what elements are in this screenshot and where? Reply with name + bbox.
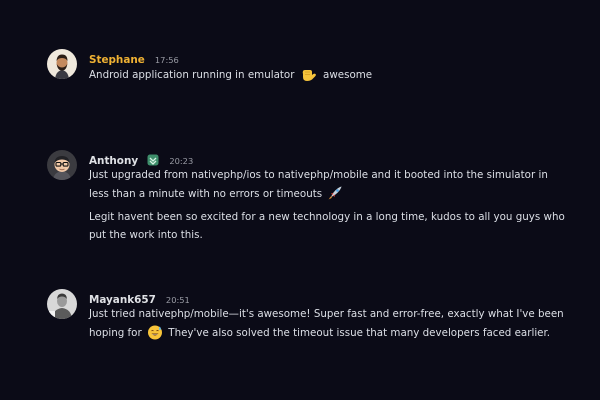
rocket-emoji-icon (327, 185, 343, 208)
message-text: Just tried nativephp/mobile—it's awesome… (89, 306, 567, 346)
message-text: Just upgraded from nativephp/ios to nati… (89, 167, 567, 244)
username[interactable]: Anthony (89, 155, 138, 167)
message-text-segment: They've also solved the timeout issue th… (168, 326, 551, 339)
message-paragraph: Legit havent been so excited for a new t… (89, 209, 567, 244)
bearded-man-avatar-icon[interactable] (47, 49, 77, 79)
message-paragraph: Android application running in emulator … (89, 66, 567, 89)
message-text: Android application running in emulator … (89, 66, 567, 89)
glasses-avatar-icon[interactable] (47, 150, 77, 180)
chat-message-list: Stephane 17:56 Android application runni… (0, 0, 600, 400)
timestamp: 20:51 (165, 295, 190, 305)
call-me-hand-emoji-icon (300, 66, 318, 89)
timestamp: 20:23 (169, 156, 194, 166)
username[interactable]: Mayank657 (89, 294, 156, 306)
username[interactable]: Stephane (89, 54, 145, 66)
message-paragraph: Just tried nativephp/mobile—it's awesome… (89, 306, 567, 346)
message-text-segment: awesome (323, 69, 373, 81)
message-text-segment: Android application running in emulator (89, 69, 295, 81)
grayscale-man-avatar-icon[interactable] (47, 289, 77, 319)
message-text-segment: Legit havent been so excited for a new t… (89, 211, 565, 241)
message-text-segment: Just upgraded from nativephp/ios to nati… (89, 169, 548, 200)
message-paragraph: Just upgraded from nativephp/ios to nati… (89, 167, 567, 207)
sweat-smile-emoji-icon (147, 324, 163, 347)
timestamp: 17:56 (154, 55, 179, 65)
